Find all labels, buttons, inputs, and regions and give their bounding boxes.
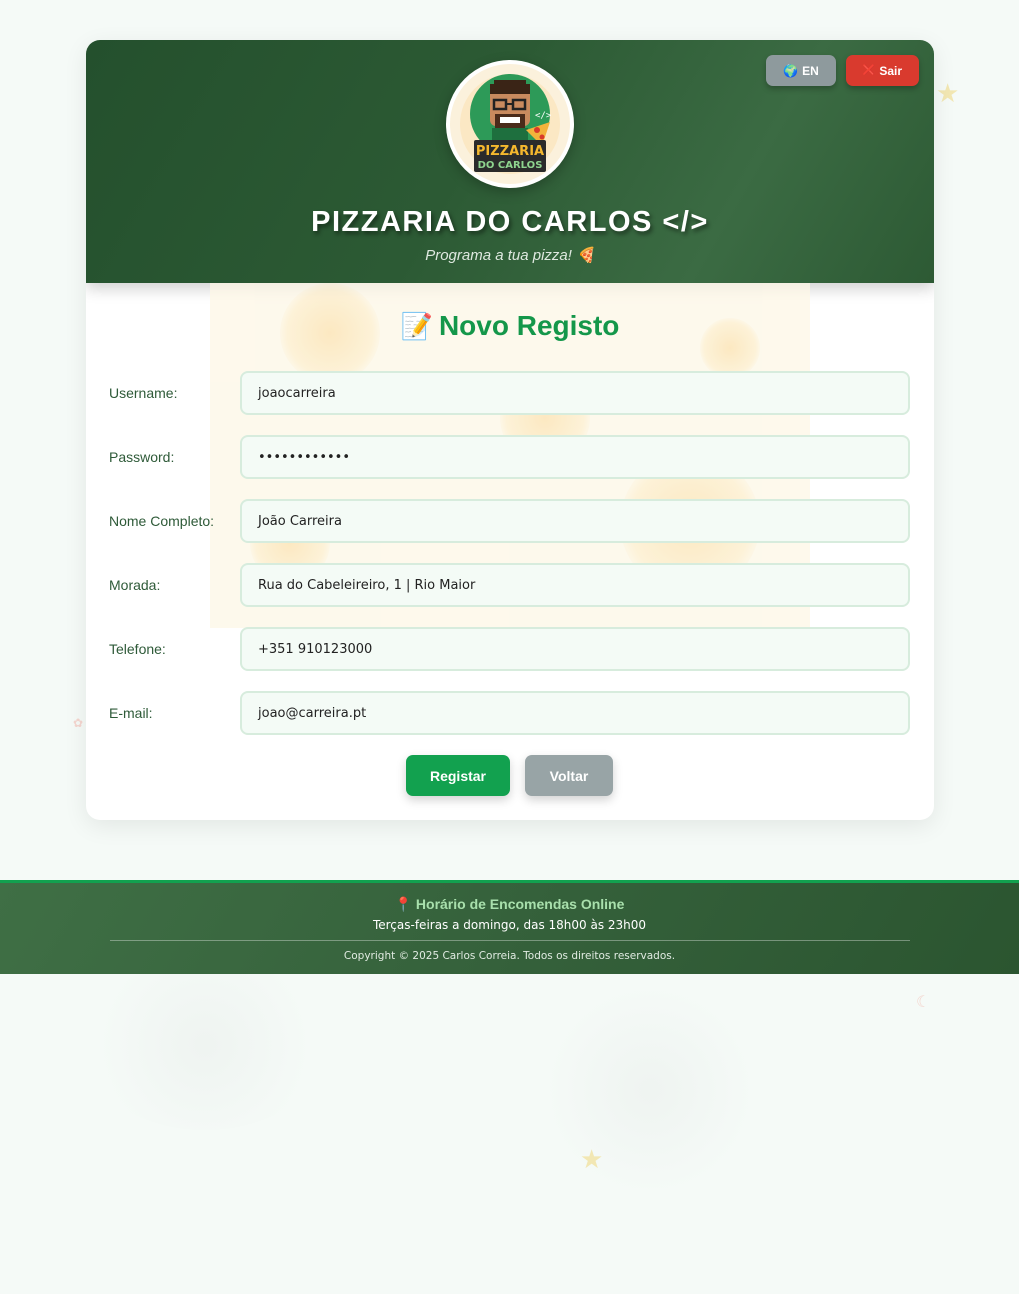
globe-icon: 🌍 xyxy=(783,63,799,78)
username-row: Username: joaocarreira xyxy=(109,371,910,415)
phone-label: Telefone: xyxy=(109,641,166,657)
full-name-input[interactable]: João Carreira xyxy=(240,499,910,543)
password-row: Password: •••••••••••• xyxy=(109,435,910,479)
footer-divider xyxy=(110,940,910,941)
email-label: E-mail: xyxy=(109,705,153,721)
address-row: Morada: Rua do Cabeleireiro, 1 | Rio Mai… xyxy=(109,563,910,607)
email-row: E-mail: joao@carreira.pt xyxy=(109,691,910,735)
language-toggle-button[interactable]: 🌍 EN xyxy=(766,55,836,86)
username-label: Username: xyxy=(109,385,178,401)
address-input[interactable]: Rua do Cabeleireiro, 1 | Rio Maior xyxy=(240,563,910,607)
site-title: PIZZARIA DO CARLOS </> xyxy=(311,206,709,238)
memo-icon: 📝 xyxy=(400,311,433,341)
password-label: Password: xyxy=(109,449,175,465)
flower-decoration-icon: ✿ xyxy=(73,716,84,730)
logout-button[interactable]: ❌ Sair xyxy=(846,55,919,86)
username-input[interactable]: joaocarreira xyxy=(240,371,910,415)
site-header: </> PIZZARIA DO CARLOS PIZZARIA DO CARLO… xyxy=(86,40,934,283)
full-name-row: Nome Completo: João Carreira xyxy=(109,499,910,543)
moon-decoration-icon: ☾ xyxy=(916,994,931,1011)
form-title: 📝 Novo Registo xyxy=(86,310,934,342)
pizzaria-logo-icon: </> PIZZARIA DO CARLOS xyxy=(460,74,560,174)
svg-text:DO CARLOS: DO CARLOS xyxy=(478,160,543,171)
phone-row: Telefone: +351 910123000 xyxy=(109,627,910,671)
register-button[interactable]: Registar xyxy=(406,755,510,796)
register-card: </> PIZZARIA DO CARLOS PIZZARIA DO CARLO… xyxy=(86,40,934,820)
svg-text:PIZZARIA: PIZZARIA xyxy=(476,144,544,159)
language-button-label: EN xyxy=(802,63,819,78)
background-blob xyxy=(540,990,760,1190)
pin-icon: 📍 xyxy=(394,896,413,912)
form-title-text: Novo Registo xyxy=(438,310,620,341)
opening-hours: Terças-feiras a domingo, das 18h00 às 23… xyxy=(372,918,647,932)
background-blob xyxy=(80,960,330,1130)
cross-icon: ❌ xyxy=(862,65,876,76)
svg-text:</>: </> xyxy=(535,111,552,121)
site-subtitle: Programa a tua pizza! 🍕 xyxy=(425,247,595,264)
star-decoration-icon: ★ xyxy=(580,1144,604,1174)
site-footer: 📍 Horário de Encomendas Online Terças-fe… xyxy=(0,880,1019,974)
footer-title-text: Horário de Encomendas Online xyxy=(415,896,625,912)
logout-button-label: Sair xyxy=(879,63,903,78)
back-button[interactable]: Voltar xyxy=(525,755,613,796)
email-input[interactable]: joao@carreira.pt xyxy=(240,691,910,735)
address-label: Morada: xyxy=(109,577,161,593)
phone-input[interactable]: +351 910123000 xyxy=(240,627,910,671)
copyright: Copyright © 2025 Carlos Correia. Todos o… xyxy=(343,950,676,962)
password-input[interactable]: •••••••••••• xyxy=(240,435,910,479)
full-name-label: Nome Completo: xyxy=(109,513,215,529)
star-decoration-icon: ★ xyxy=(936,78,960,108)
logo: </> PIZZARIA DO CARLOS xyxy=(446,60,574,188)
footer-title: 📍 Horário de Encomendas Online xyxy=(0,896,1019,913)
